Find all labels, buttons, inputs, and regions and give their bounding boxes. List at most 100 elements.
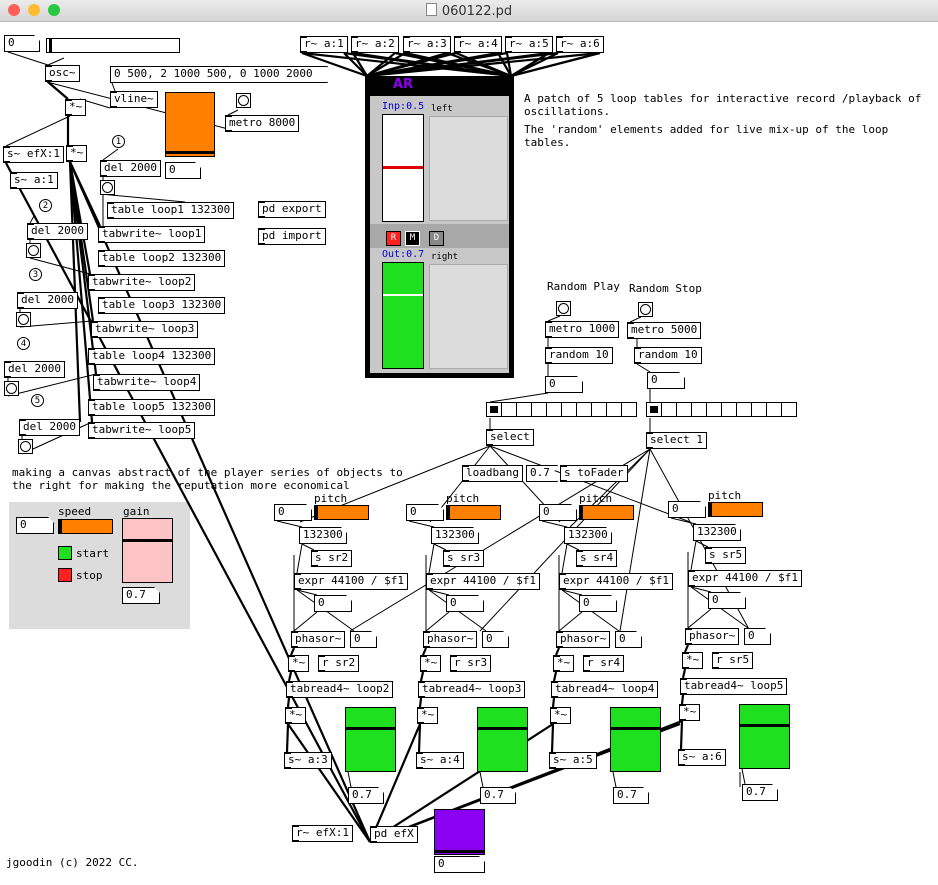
receive-sr-4[interactable]: r sr4: [583, 655, 625, 672]
gain-slider-5[interactable]: [739, 704, 790, 769]
phasor-number-5[interactable]: 0: [744, 628, 771, 645]
expr-output-2[interactable]: 0: [314, 595, 352, 612]
expr-object-5[interactable]: expr 44100 / $f1: [688, 570, 802, 587]
tabread-object-3[interactable]: tabread4~ loop3: [418, 681, 526, 698]
select-object[interactable]: select: [486, 429, 534, 446]
length-number-5[interactable]: 132300: [693, 524, 741, 541]
table-loop1[interactable]: table loop1 132300: [107, 202, 235, 219]
bang-loop5[interactable]: [18, 439, 33, 454]
pitch-slider-2[interactable]: [314, 505, 369, 520]
expr-object-2[interactable]: expr 44100 / $f1: [294, 573, 408, 590]
length-number-3[interactable]: 132300: [431, 527, 479, 544]
osc-object[interactable]: osc~: [45, 65, 80, 82]
fx-number[interactable]: 0: [434, 856, 485, 873]
vline-object[interactable]: vline~: [110, 91, 158, 108]
random-stop-metro[interactable]: metro 5000: [627, 322, 702, 339]
pd-import-object[interactable]: pd import: [258, 228, 326, 245]
pitch-slider-3[interactable]: [446, 505, 501, 520]
phasor-object-5[interactable]: phasor~: [685, 628, 740, 645]
random-stop-radio[interactable]: [646, 402, 797, 417]
table-loop4[interactable]: table loop4 132300: [88, 348, 216, 365]
send-sr-4[interactable]: s sr4: [576, 550, 618, 567]
send-output-3[interactable]: s~ a:4: [416, 752, 464, 769]
receive-a3[interactable]: r~ a:3: [403, 36, 451, 53]
multiply-object-5[interactable]: *~: [682, 652, 704, 669]
send-output-5[interactable]: s~ a:6: [678, 749, 726, 766]
voice-number-4[interactable]: 0: [539, 504, 577, 521]
delay-loop4[interactable]: del 2000: [4, 361, 65, 378]
envelope-message[interactable]: 0 500, 2 1000 500, 0 1000 2000: [110, 66, 328, 83]
receive-sr-2[interactable]: r sr2: [318, 655, 360, 672]
delay-object[interactable]: del 2000: [100, 160, 161, 177]
bang-loop3[interactable]: [16, 312, 31, 327]
expr-output-3[interactable]: 0: [446, 595, 484, 612]
phasor-number-2[interactable]: 0: [350, 631, 377, 648]
receive-a2[interactable]: r~ a:2: [351, 36, 399, 53]
receive-efx-object[interactable]: r~ efX:1: [292, 825, 353, 842]
random-stop-random[interactable]: random 10: [634, 347, 702, 364]
length-number-2[interactable]: 132300: [299, 527, 347, 544]
receive-a4[interactable]: r~ a:4: [454, 36, 502, 53]
send-output-2[interactable]: s~ a:3: [284, 752, 332, 769]
send-efx-object[interactable]: s~ efX:1: [3, 146, 64, 163]
delay-loop2[interactable]: del 2000: [27, 223, 88, 240]
start-toggle[interactable]: [58, 546, 72, 560]
random-play-radio[interactable]: [486, 402, 637, 417]
gain-slider-2[interactable]: [345, 707, 396, 772]
send-sr-2[interactable]: s sr2: [311, 550, 353, 567]
horizontal-slider[interactable]: [46, 38, 180, 53]
table-loop3[interactable]: table loop3 132300: [98, 297, 226, 314]
random-play-number[interactable]: 0: [545, 376, 583, 393]
tabread-object-5[interactable]: tabread4~ loop5: [680, 678, 788, 695]
multiply-object-2-5[interactable]: *~: [679, 704, 701, 721]
multiply-object-2-2[interactable]: *~: [285, 707, 307, 724]
send-output-4[interactable]: s~ a:5: [549, 752, 597, 769]
gain-number-3[interactable]: 0.7: [480, 787, 516, 804]
number-box[interactable]: 0: [4, 35, 40, 52]
random-play-random[interactable]: random 10: [545, 347, 613, 364]
tabwrite-loop2[interactable]: tabwrite~ loop2: [88, 274, 196, 291]
gain-number-2[interactable]: 0.7: [348, 787, 384, 804]
random-stop-number[interactable]: 0: [647, 372, 685, 389]
patch-canvas[interactable]: AR Inp:0.5 left R M D Out:0.7 right 0 os…: [0, 22, 938, 885]
receive-sr-3[interactable]: r sr3: [450, 655, 492, 672]
voice-number-5[interactable]: 0: [668, 501, 706, 518]
bang-loop2[interactable]: [26, 243, 41, 258]
expr-object-4[interactable]: expr 44100 / $f1: [559, 573, 673, 590]
multiply-object[interactable]: *~: [65, 99, 87, 116]
send-sr-3[interactable]: s sr3: [443, 550, 485, 567]
multiply-object-2[interactable]: *~: [288, 655, 310, 672]
gain-number-4[interactable]: 0.7: [613, 787, 649, 804]
delay-loop5[interactable]: del 2000: [19, 419, 80, 436]
gain-number-5[interactable]: 0.7: [742, 784, 778, 801]
send-tofader-object[interactable]: s toFader: [560, 465, 628, 482]
pitch-slider-4[interactable]: [579, 505, 634, 520]
tabwrite-loop5[interactable]: tabwrite~ loop5: [88, 422, 196, 439]
multiply-object-2-3[interactable]: *~: [417, 707, 439, 724]
random-stop-bang[interactable]: [638, 302, 653, 317]
length-number-4[interactable]: 132300: [564, 527, 612, 544]
gain-number[interactable]: 0.7: [122, 587, 160, 604]
random-play-metro[interactable]: metro 1000: [545, 321, 620, 338]
speed-slider[interactable]: [58, 519, 113, 534]
phasor-object-2[interactable]: phasor~: [291, 631, 346, 648]
tabwrite-loop3[interactable]: tabwrite~ loop3: [91, 321, 199, 338]
expr-object-3[interactable]: expr 44100 / $f1: [426, 573, 540, 590]
loadbang-object[interactable]: loadbang: [462, 465, 523, 482]
number-box-2[interactable]: 0: [165, 162, 201, 179]
send-a1-object[interactable]: s~ a:1: [10, 172, 58, 189]
expr-output-5[interactable]: 0: [708, 592, 746, 609]
receive-a5[interactable]: r~ a:5: [505, 36, 553, 53]
tabread-object-4[interactable]: tabread4~ loop4: [551, 681, 659, 698]
gain-slider-3[interactable]: [477, 707, 528, 772]
bang-button[interactable]: [236, 93, 251, 108]
table-loop5[interactable]: table loop5 132300: [88, 399, 216, 416]
multiply-object-4[interactable]: *~: [553, 655, 575, 672]
bang-button-2[interactable]: [100, 180, 115, 195]
pd-efx-object[interactable]: pd efX: [370, 826, 418, 843]
tabwrite-loop1[interactable]: tabwrite~ loop1: [98, 226, 206, 243]
delay-loop3[interactable]: del 2000: [17, 292, 78, 309]
multiply-object-2-4[interactable]: *~: [550, 707, 572, 724]
phasor-number-3[interactable]: 0: [482, 631, 509, 648]
send-sr-5[interactable]: s sr5: [705, 547, 747, 564]
